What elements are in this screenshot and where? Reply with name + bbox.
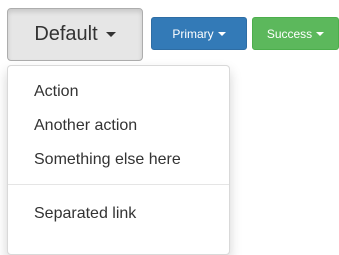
caret-down-icon <box>105 32 116 37</box>
menu-divider <box>8 184 229 185</box>
success-button-label: Success <box>266 26 313 41</box>
default-dropdown-button[interactable]: Default <box>7 8 143 61</box>
caret-down-icon <box>316 31 325 36</box>
dropdown-menu: Action Another action Something else her… <box>7 65 230 255</box>
primary-dropdown-button[interactable]: Primary <box>151 17 247 50</box>
menu-item-something-else[interactable]: Something else here <box>8 148 229 182</box>
caret-down-icon <box>217 31 226 36</box>
primary-button-label: Primary <box>172 26 214 41</box>
menu-item-action[interactable]: Action <box>8 80 229 114</box>
default-button-label: Default <box>34 23 98 45</box>
menu-item-another-action[interactable]: Another action <box>8 114 229 148</box>
success-dropdown-button[interactable]: Success <box>252 17 339 50</box>
menu-item-separated-link[interactable]: Separated link <box>8 202 229 236</box>
